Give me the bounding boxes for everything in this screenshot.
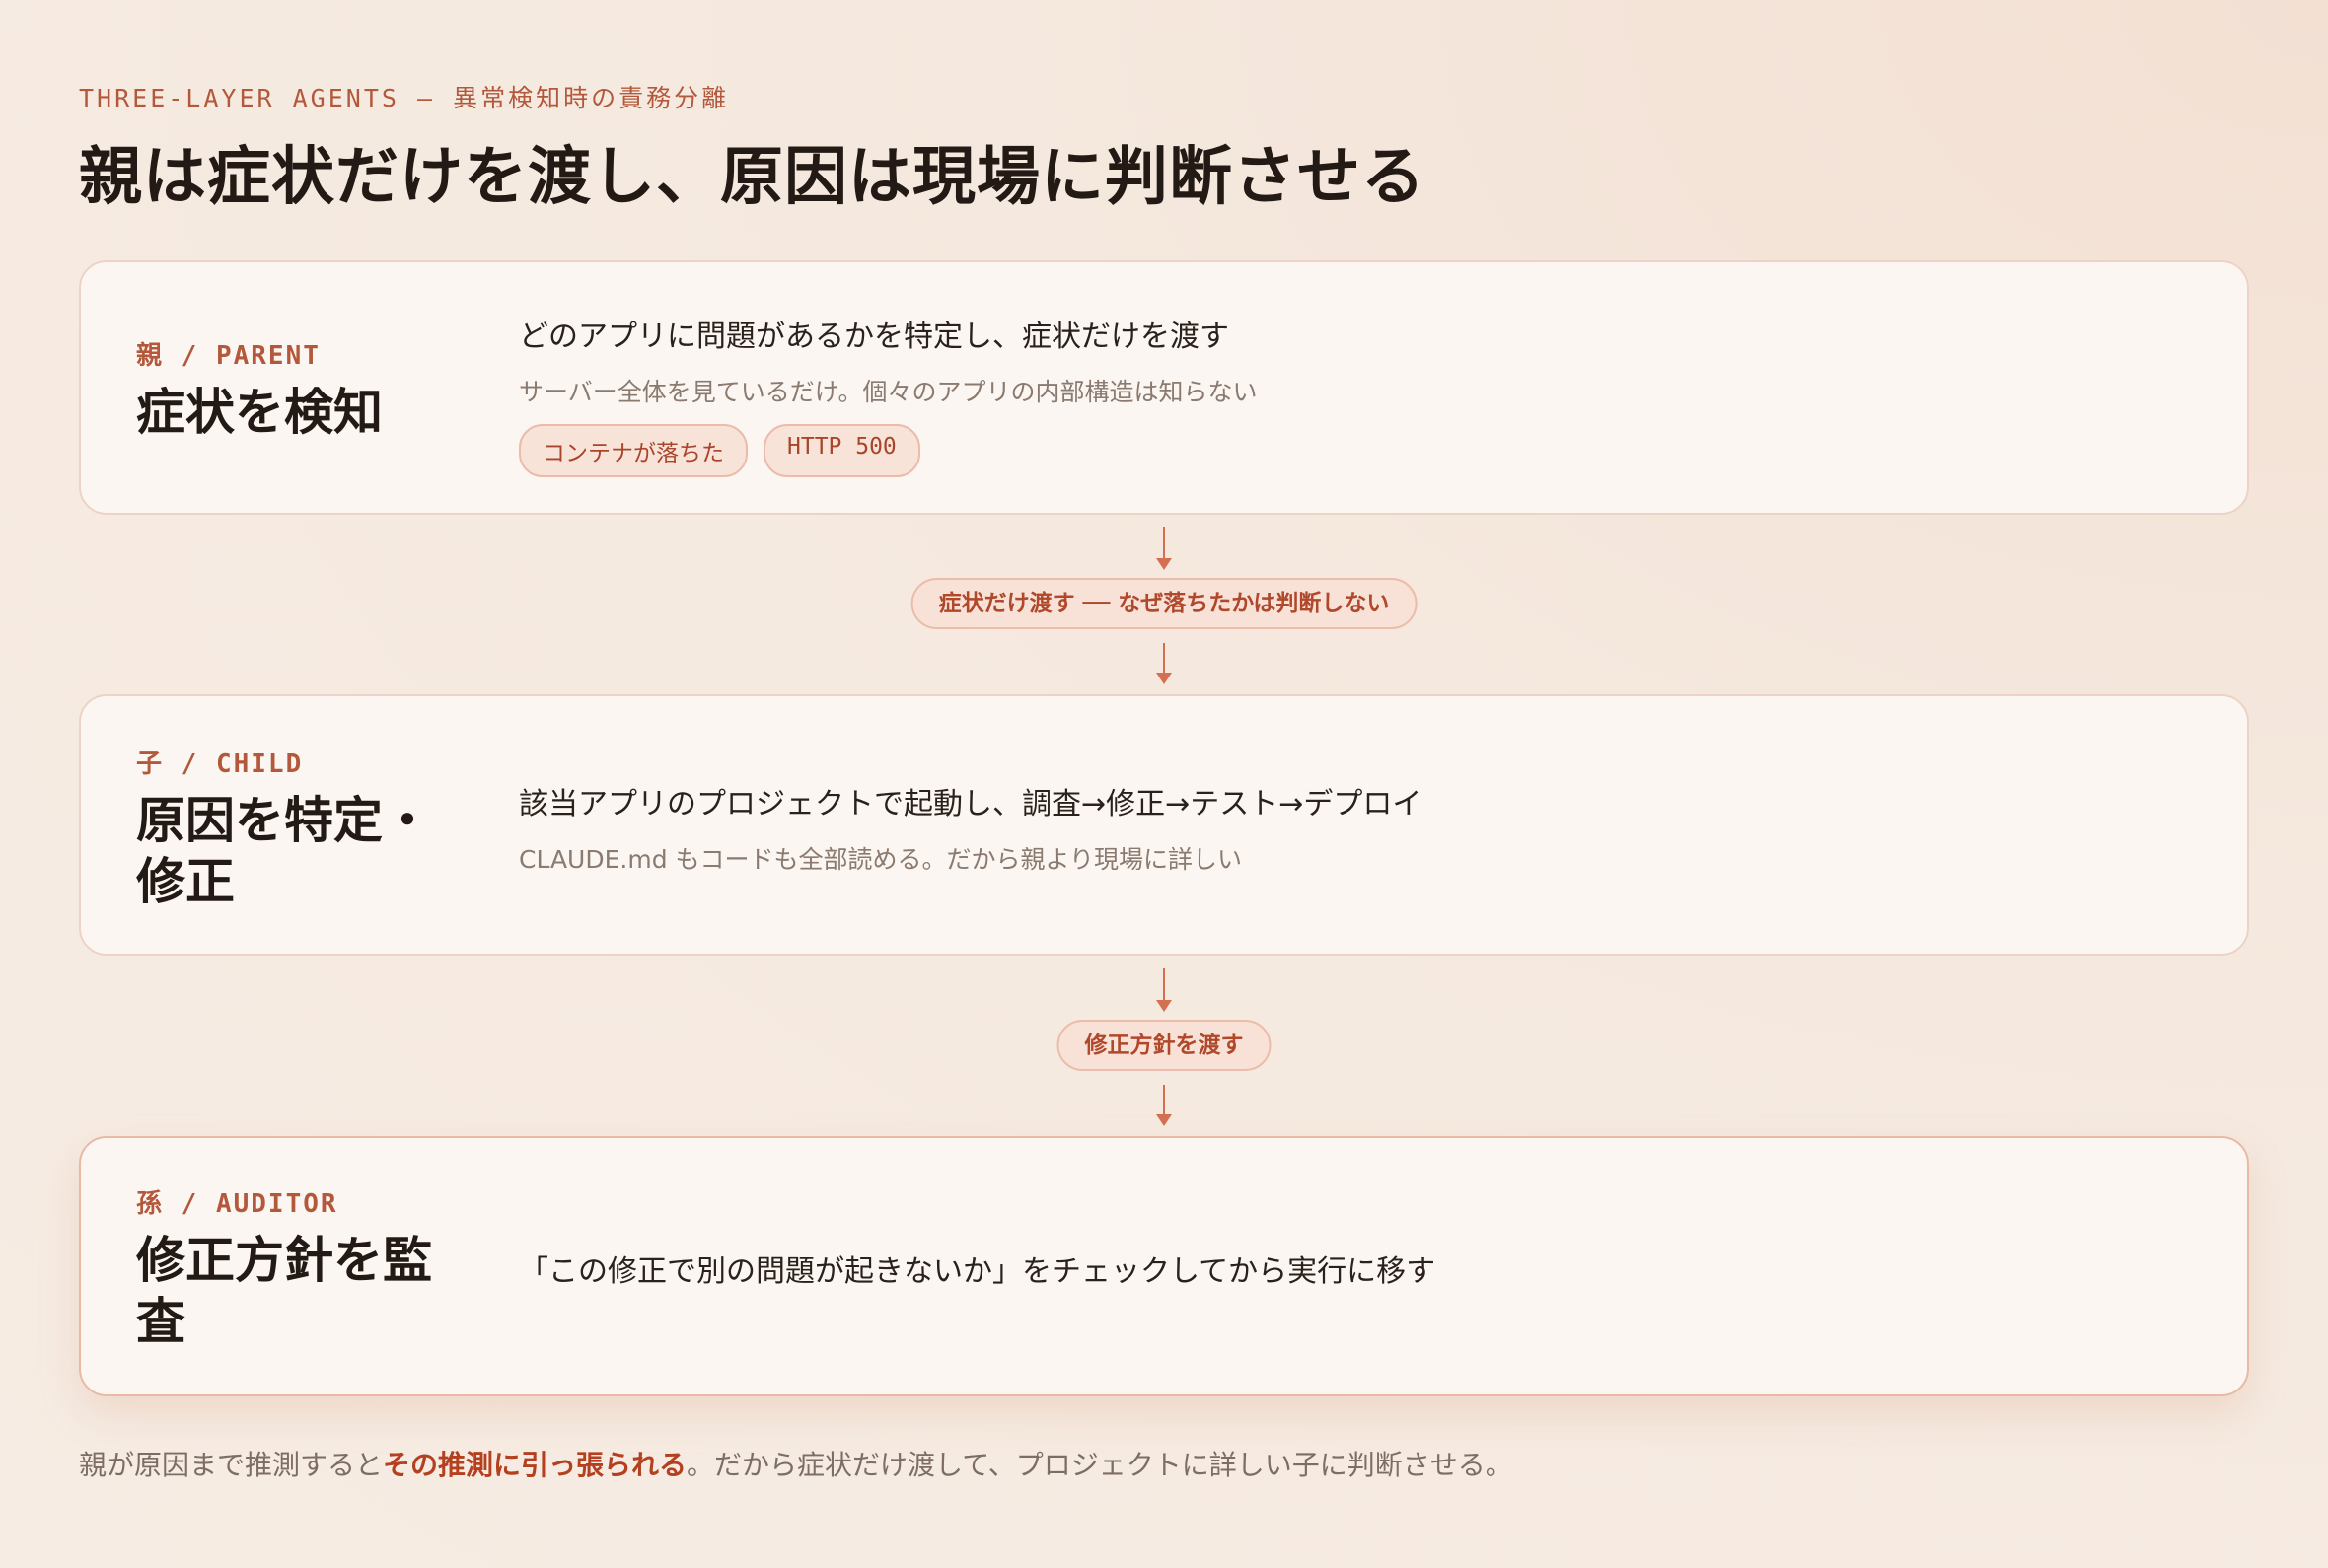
- auditor-layer-heading: 孫 / AUDITOR 修正方針を監査: [136, 1183, 472, 1352]
- parent-role-label: 親 / PARENT: [136, 341, 321, 371]
- auditor-layer-card: 孫 / AUDITOR 修正方針を監査 「この修正で別の問題が起きないか」をチェ…: [79, 1136, 2249, 1396]
- footer-text-before: 親が原因まで推測すると: [79, 1449, 384, 1481]
- child-role-label: 子 / CHILD: [136, 749, 304, 779]
- child-layer-body: 該当アプリのプロジェクトで起動し、調査→修正→テスト→デプロイ CLAUDE.m…: [519, 779, 2208, 876]
- footer-emphasis: その推測に引っ張られる: [383, 1449, 688, 1481]
- parent-layer-card: 親 / PARENT 症状を検知 どのアプリに問題があるかを特定し、症状だけを渡…: [79, 260, 2249, 515]
- arrow-down-icon: [1156, 558, 1172, 570]
- page-title: 親は症状だけを渡し、原因は現場に判断させる: [79, 140, 1425, 214]
- parent-note: サーバー全体を見ているだけ。個々のアプリの内部構造は知らない: [519, 378, 1258, 406]
- child-note: CLAUDE.md もコードも全部読める。だから親より現場に詳しい: [519, 845, 1243, 874]
- handoff-pill-symptoms: 症状だけ渡す ── なぜ落ちたかは判断しない: [910, 578, 1418, 629]
- symptom-tag-http-500: HTTP 500: [764, 424, 920, 477]
- auditor-role-label: 孫 / AUDITOR: [136, 1189, 338, 1219]
- child-layer-heading: 子 / CHILD 原因を特定・修正: [136, 744, 472, 912]
- arrow-down-icon: [1156, 1000, 1172, 1012]
- parent-layer-body: どのアプリに問題があるかを特定し、症状だけを渡す サーバー全体を見ているだけ。個…: [519, 312, 2208, 477]
- parent-layer-heading: 親 / PARENT 症状を検知: [136, 335, 472, 443]
- child-description: 該当アプリのプロジェクトで起動し、調査→修正→テスト→デプロイ: [519, 787, 1422, 821]
- child-task-title: 原因を特定・修正: [136, 791, 432, 910]
- symptom-tag-container-down: コンテナが落ちた: [519, 424, 748, 477]
- parent-task-title: 症状を検知: [136, 383, 383, 441]
- handoff-pill-fix-plan: 修正方針を渡す: [1056, 1020, 1272, 1071]
- auditor-layer-body: 「この修正で別の問題が起きないか」をチェックしてから実行に移す: [519, 1247, 2208, 1290]
- symptom-tags: コンテナが落ちた HTTP 500: [519, 424, 2208, 477]
- auditor-task-title: 修正方針を監査: [136, 1231, 432, 1350]
- arrow-down-icon: [1156, 1114, 1172, 1126]
- auditor-description: 「この修正で別の問題が起きないか」をチェックしてから実行に移す: [519, 1254, 1436, 1289]
- footer-text-after: 。だから症状だけ渡して、プロジェクトに詳しい子に判断させる。: [687, 1449, 1513, 1481]
- child-layer-card: 子 / CHILD 原因を特定・修正 該当アプリのプロジェクトで起動し、調査→修…: [79, 694, 2249, 956]
- arrow-down-icon: [1156, 673, 1172, 684]
- footer-note: 親が原因まで推測するとその推測に引っ張られる。だから症状だけ渡して、プロジェクト…: [79, 1444, 1513, 1483]
- parent-description: どのアプリに問題があるかを特定し、症状だけを渡す: [519, 320, 1229, 354]
- eyebrow-label: THREE-LAYER AGENTS — 異常検知時の責務分離: [79, 84, 730, 112]
